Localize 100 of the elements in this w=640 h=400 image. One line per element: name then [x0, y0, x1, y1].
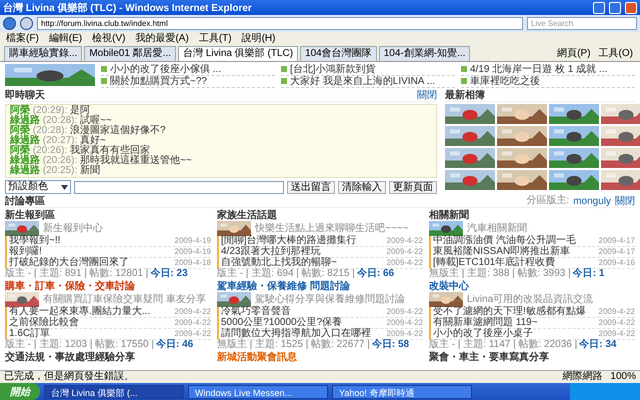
browser-tab[interactable]: 104會台灣團隊: [300, 46, 377, 61]
zone-text: 網際網路: [562, 371, 602, 383]
toolbar-button[interactable]: 工具(O): [596, 47, 636, 61]
board-stats: 無版主 | 主題: 1525 | 帖數: 22677 |: [217, 340, 370, 350]
menu-item[interactable]: 說明(H): [242, 32, 276, 44]
board-title[interactable]: 交通法規・事故處理經驗分享: [5, 352, 211, 363]
post-date: 2009-4-22: [386, 318, 423, 328]
chat-button[interactable]: 清除輸入: [338, 180, 386, 194]
board-description: 快樂生活點上過來聊聊生活吧~~~~: [255, 224, 408, 234]
moderator-link[interactable]: monguly: [573, 196, 611, 207]
post-date: 2009-4-22: [386, 247, 423, 257]
post-link[interactable]: 打破紀錄的大台灣團回來了: [9, 258, 129, 268]
chat-message: 綠過路 (20:28): 試喔~~: [10, 116, 112, 126]
browser-tab[interactable]: Mobile01 鄰居愛...: [84, 46, 176, 61]
post-date: 2009-4-17: [598, 247, 635, 257]
post-date: 2009-4-17: [598, 236, 635, 246]
board-title[interactable]: 家族生活話題: [217, 210, 423, 221]
post-date: 2009-4-19: [174, 247, 211, 257]
headline-link[interactable]: 小小的改了後座小傢俱 ...: [101, 64, 275, 76]
board-title[interactable]: 相關新聞: [429, 210, 635, 221]
post-link[interactable]: 有關新車濾網問題 119~: [433, 318, 538, 328]
menu-item[interactable]: 工具(T): [198, 32, 232, 44]
board-title[interactable]: 新生報到區: [5, 210, 211, 221]
minimize-button[interactable]: [593, 2, 605, 14]
board-description: 有關購買訂車保險交車疑問 車友分享: [43, 294, 206, 304]
post-date: 2009-4-22: [598, 307, 635, 317]
post-date: 2009-4-16: [598, 258, 635, 268]
post-link[interactable]: 自強號動北上找我的暢聊~: [221, 258, 337, 268]
start-button[interactable]: 開始: [0, 383, 40, 400]
board-title[interactable]: 新城活動聚會訊息: [217, 352, 423, 363]
taskbar-item[interactable]: Windows Live Messen...: [188, 384, 328, 398]
menu-item[interactable]: 我的最愛(A): [135, 32, 189, 44]
browser-tab[interactable]: 104-創業網-知覺...: [378, 46, 470, 61]
post-link[interactable]: 有人要一起來東專.團結力量大...: [9, 307, 150, 317]
post-link[interactable]: 小小的改了後座小桌子: [433, 329, 533, 339]
taskbar-item[interactable]: 台灣 Livina 俱樂部 (...: [44, 384, 184, 398]
board-description: Livina可用的改裝品資訊交流: [467, 294, 594, 304]
chat-message: 綠過路 (20:25): 新聞: [10, 166, 102, 176]
post-link[interactable]: [轉載]ETC101年底計程收費: [433, 258, 556, 268]
post-link[interactable]: 4/23跟著大拉到那裡玩: [221, 247, 320, 257]
headline-link[interactable]: 關於加點購買方式~??: [101, 76, 275, 88]
menu-item[interactable]: 檢視(V): [92, 32, 126, 44]
post-date: 2009-4-22: [386, 307, 423, 317]
post-link[interactable]: 中油調漲油價 汽油每公升調一毛: [433, 236, 576, 246]
browser-tab[interactable]: 台灣 Livina 俱樂部 (TLC): [178, 46, 298, 61]
chat-message: 阿榮 (20:28): 浪漫圖家這個好像不?: [10, 126, 167, 136]
chat-button[interactable]: 更新頁面: [389, 180, 437, 194]
today-count[interactable]: 今日: 46: [156, 340, 194, 350]
board-description: 汽車相關新聞: [467, 224, 527, 234]
board-description: 駕駛心得分享與保養維修問題討論: [255, 294, 405, 304]
taskbar-item[interactable]: Yahoo! 奇摩即時通: [332, 384, 472, 398]
close-button[interactable]: [625, 2, 637, 14]
post-link[interactable]: [閒聊]台灣哪大棒的路邊攤集行: [221, 236, 357, 246]
board-title[interactable]: 駕車經驗・保養維修 問題討論: [217, 281, 423, 292]
board-title[interactable]: 聚會・車主・要車寫真分享: [429, 352, 635, 363]
post-link[interactable]: 之前保險比較會: [9, 318, 79, 328]
post-link[interactable]: 東風裕隆NISSAN即將推出新車: [433, 247, 570, 257]
toggle-link[interactable]: 關閉: [417, 90, 437, 101]
headline-link[interactable]: [台北]小鴻新款到貨: [281, 64, 455, 76]
today-count[interactable]: 今日: 66: [356, 269, 394, 279]
post-link[interactable]: 受不了濾網的天下理!敏感都有點爆: [433, 307, 586, 317]
browser-tab[interactable]: 購車經驗實錄...: [4, 46, 82, 61]
toggle-link[interactable]: 關閉: [615, 196, 635, 207]
board-stats: 版主 - | 主題: 1203 | 帖數: 17550 |: [5, 340, 154, 350]
post-date: 2009-4-22: [598, 318, 635, 328]
post-link[interactable]: 我學報到~!!: [9, 236, 60, 246]
forward-button[interactable]: [20, 17, 33, 30]
today-count[interactable]: 今日: 1: [572, 269, 604, 279]
toolbar-button[interactable]: 網頁(P): [554, 47, 594, 61]
board-stats: 版主 - | 主題: 1147 | 帖數: 22036 |: [429, 340, 578, 350]
back-button[interactable]: [3, 17, 16, 30]
chat-button[interactable]: 送出留言: [287, 180, 335, 194]
post-date: 2009-4-22: [386, 329, 423, 339]
headline-link[interactable]: 4/19 北海岸一日遊 枚 1 成就 ...: [461, 64, 635, 76]
post-date: 2009-4-22: [598, 329, 635, 339]
today-count[interactable]: 今日: 58: [372, 340, 410, 350]
section-title: 討論專區: [5, 196, 45, 207]
menu-item[interactable]: 檔案(F): [6, 32, 39, 44]
post-link[interactable]: 冷氣巧零音聲音: [221, 307, 291, 317]
board-title[interactable]: 購車・訂車・保險・交車討論: [5, 281, 211, 292]
post-date: 2009-4-22: [386, 258, 423, 268]
post-link[interactable]: 1.6C訂單: [9, 329, 50, 339]
today-count[interactable]: 今日: 23: [150, 269, 188, 279]
zoom-level[interactable]: 100%: [610, 371, 636, 383]
post-date: 2009-4-22: [174, 307, 211, 317]
post-link[interactable]: 請問數位大拇指導航加入口在哪裡: [221, 329, 371, 339]
menu-item[interactable]: 編輯(E): [48, 32, 82, 44]
address-field[interactable]: http://forum.livina.club.tw/index.html: [37, 17, 523, 30]
message-field[interactable]: [74, 180, 284, 194]
color-select[interactable]: 預設顏色: [5, 180, 71, 194]
status-text: 已完成，但是網頁發生錯誤。: [4, 371, 134, 383]
section-title: 最新相簿: [445, 90, 485, 101]
today-count[interactable]: 今日: 34: [579, 340, 616, 350]
headline-link[interactable]: 車庫裡吃吃之後: [461, 76, 635, 88]
headline-link[interactable]: 大家好 我是來自上海的LIVINA ...: [281, 76, 455, 88]
window-title: 台灣 Livina 俱樂部 (TLC) - Windows Internet Explorer: [3, 2, 253, 14]
maximize-button[interactable]: [609, 2, 621, 14]
post-link[interactable]: 5000公里?10000公里?保養: [221, 318, 342, 328]
board-title[interactable]: 改裝中心: [429, 281, 635, 292]
post-link[interactable]: 報到囉!: [9, 247, 42, 257]
